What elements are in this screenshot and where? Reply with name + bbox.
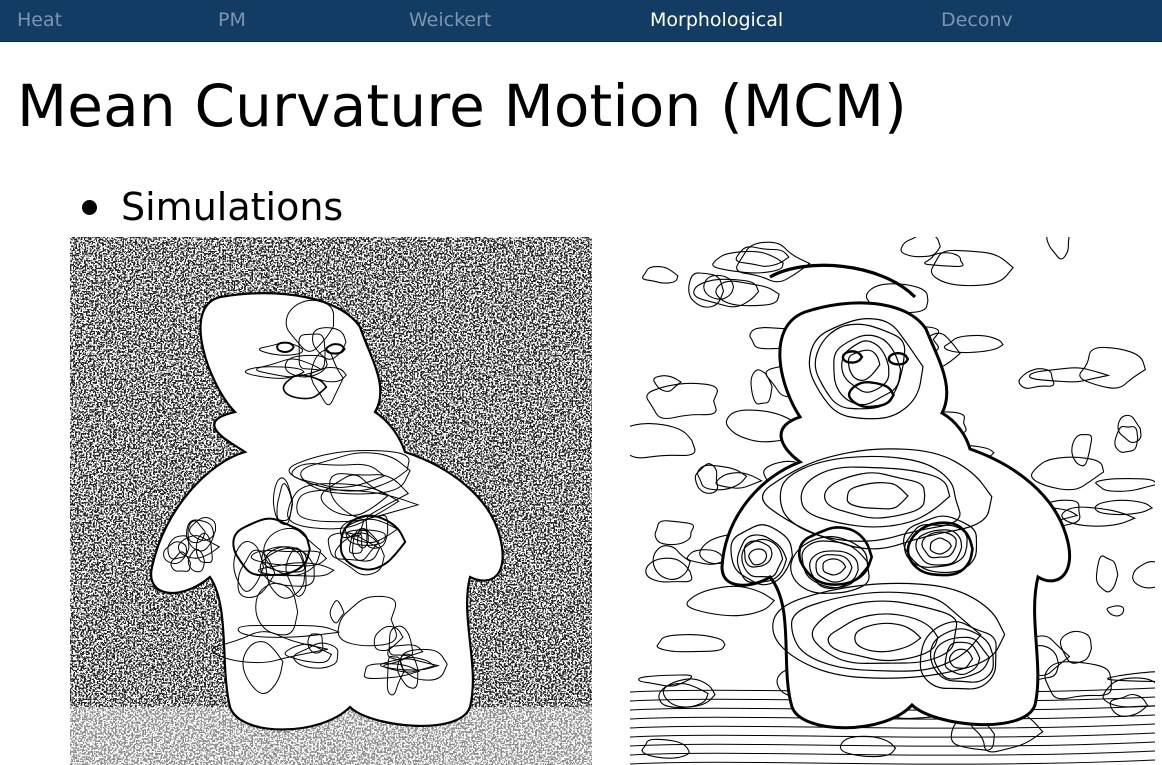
noisy-contour-image — [70, 237, 592, 765]
section-navbar: Heat PM Weickert Morphological Deconv — [0, 0, 1162, 42]
nav-item-heat[interactable]: Heat — [17, 9, 62, 31]
nav-item-deconv[interactable]: Deconv — [941, 9, 1013, 31]
bullet-text: Simulations — [121, 185, 344, 229]
slide-title: Mean Curvature Motion (MCM) — [17, 72, 907, 140]
bullet-item: Simulations — [82, 185, 343, 229]
nav-item-weickert[interactable]: Weickert — [409, 9, 491, 31]
nav-item-morphological[interactable]: Morphological — [650, 9, 783, 31]
mcm-smoothed-contour-image — [630, 237, 1155, 765]
nav-item-pm[interactable]: PM — [218, 9, 246, 31]
bullet-dot-icon — [82, 199, 97, 215]
